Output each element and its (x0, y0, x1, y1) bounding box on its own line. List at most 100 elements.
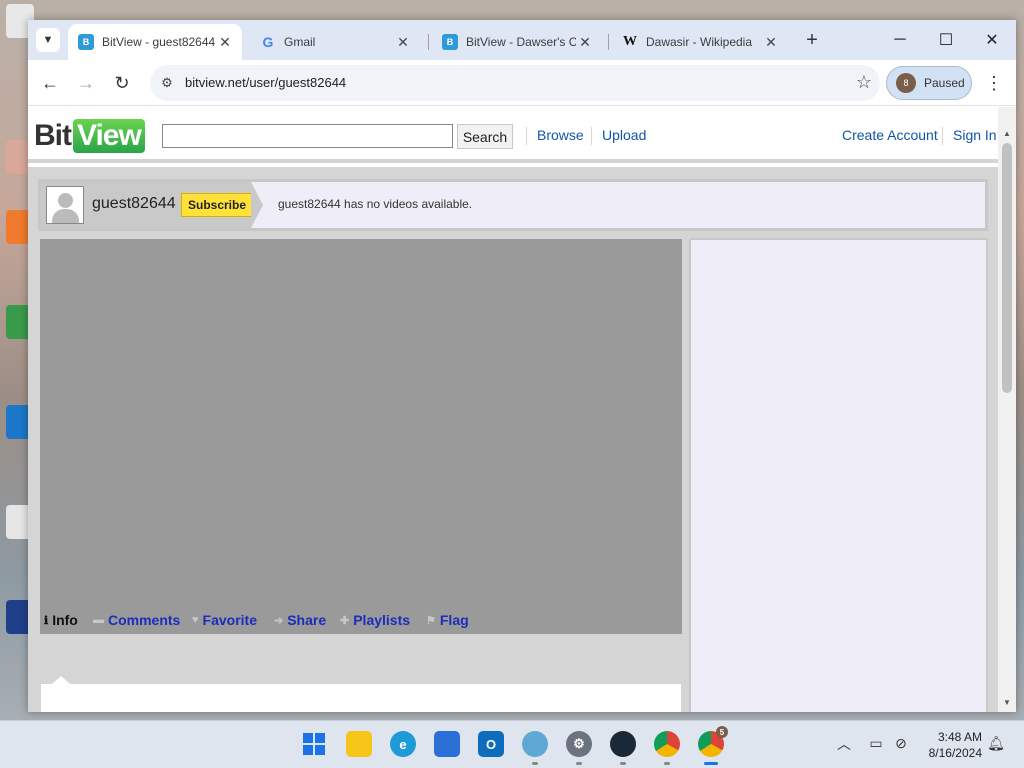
page-scrollbar[interactable]: ▲ ▼ (998, 107, 1016, 712)
bookmark-star-icon[interactable]: ☆ (856, 72, 872, 93)
running-indicator (576, 762, 582, 765)
tab-label: Info (52, 612, 78, 628)
avatar-body (52, 209, 79, 223)
heart-icon: ♥ (192, 614, 199, 626)
sign-in-link[interactable]: Sign In (953, 127, 997, 143)
profile-status: Paused (924, 76, 965, 90)
close-window-button[interactable]: ✕ (972, 26, 1012, 54)
maximize-button[interactable]: ☐ (926, 26, 966, 54)
running-indicator (664, 762, 670, 765)
tab-playlists[interactable]: ✚ Playlists (340, 612, 410, 628)
close-tab-icon[interactable]: ✕ (576, 33, 594, 51)
network-icon[interactable]: ⊘ (892, 734, 910, 752)
minimize-button[interactable]: ─ (880, 26, 920, 54)
settings-gear-icon[interactable]: ⚙ (566, 731, 592, 757)
tab-info[interactable]: ℹ Info (44, 612, 78, 628)
new-tab-button[interactable]: + (800, 28, 824, 52)
browser-toolbar: ← → ↻ ⚙ bitview.net/user/guest82644 ☆ 8 … (28, 60, 1016, 106)
active-app-indicator (704, 762, 718, 765)
outlook-icon[interactable]: O (478, 731, 504, 757)
site-search-input[interactable] (162, 124, 453, 148)
tab-favorite[interactable]: ♥ Favorite (192, 612, 257, 628)
close-icon: ✕ (985, 32, 999, 49)
tab-title: Dawasir - Wikipedia (646, 35, 753, 49)
edge-browser-icon[interactable]: e (390, 731, 416, 757)
start-menu-icon[interactable] (301, 731, 327, 757)
wikipedia-favicon-icon: W (623, 34, 637, 49)
minimize-icon: ─ (894, 31, 906, 48)
system-clock[interactable]: 3:48 AM 8/16/2024 (920, 729, 982, 761)
nav-divider (591, 127, 592, 145)
maximize-icon: ☐ (938, 32, 954, 49)
tray-overflow-icon[interactable]: ︿ (837, 734, 851, 754)
browser-menu-button[interactable]: ⋮ (982, 70, 1006, 96)
tab-search-button[interactable]: ▼ (36, 28, 60, 52)
site-info-icon[interactable]: ⚙ (158, 74, 176, 92)
app-icon[interactable] (522, 731, 548, 757)
notification-badge: 5 (716, 726, 728, 738)
upload-link[interactable]: Upload (602, 127, 646, 143)
tab-share[interactable]: ➜ Share (274, 612, 326, 628)
address-bar[interactable]: ⚙ bitview.net/user/guest82644 ☆ (150, 65, 880, 101)
browse-link[interactable]: Browse (537, 127, 584, 143)
user-avatar[interactable] (46, 186, 84, 224)
taskbar: e O ⚙ 5 ︿ ▭ ⊘ 3:48 AM 8/16/2024 🔔︎ (0, 720, 1024, 768)
url-text[interactable]: bitview.net/user/guest82644 (185, 75, 346, 90)
tab-gmail[interactable]: G Gmail ✕ (250, 24, 420, 60)
tab-title: BitView - Dawser's C (466, 35, 576, 49)
tab-separator (608, 34, 609, 50)
scroll-up-icon[interactable]: ▲ (1002, 129, 1012, 139)
scrollbar-thumb[interactable] (1002, 143, 1012, 393)
bitview-favicon-icon: B (442, 34, 458, 50)
tab-comments[interactable]: ▬ Comments (93, 612, 180, 628)
no-videos-message: guest82644 has no videos available. (278, 197, 473, 211)
steam-icon[interactable] (610, 731, 636, 757)
info-panel (41, 684, 681, 712)
tab-label: Flag (439, 612, 469, 628)
more-vert-icon: ⋮ (985, 72, 1003, 93)
tab-title: BitView - guest82644 (102, 35, 216, 49)
active-tab-pointer (52, 676, 70, 684)
profile-button[interactable]: 8 Paused (886, 66, 972, 100)
file-explorer-icon[interactable] (346, 731, 372, 757)
close-tab-icon[interactable]: ✕ (216, 33, 234, 51)
notification-bell-icon[interactable]: 🔔︎ (987, 734, 1005, 752)
google-favicon-icon: G (262, 34, 274, 50)
running-indicator (620, 762, 626, 765)
tab-bitview-guest[interactable]: B BitView - guest82644 ✕ (68, 24, 242, 60)
chrome-icon[interactable] (654, 731, 680, 757)
tab-label: Playlists (353, 612, 411, 628)
search-button[interactable]: Search (457, 124, 513, 149)
create-account-link[interactable]: Create Account (842, 127, 938, 143)
back-button[interactable]: ← (36, 69, 64, 97)
reload-button[interactable]: ↻ (108, 69, 136, 97)
forward-button[interactable]: → (72, 69, 100, 97)
running-indicator (532, 762, 538, 765)
tab-bitview-dawser[interactable]: B BitView - Dawser's C ✕ (432, 24, 602, 60)
web-page: Bit View Search Browse Upload Create Acc… (28, 107, 1016, 712)
close-tab-icon[interactable]: ✕ (762, 33, 780, 51)
plus-icon: ✚ (340, 614, 350, 627)
player-tabs: ℹ Info ▬ Comments ♥ Favorite ➜ Share ✚ P… (40, 604, 682, 634)
avatar-head (58, 193, 73, 208)
profile-avatar: 8 (896, 73, 916, 93)
close-tab-icon[interactable]: ✕ (394, 33, 412, 51)
tab-flag[interactable]: ⚑ Flag (426, 612, 469, 628)
channel-username[interactable]: guest82644 (92, 195, 176, 213)
tab-wikipedia[interactable]: W Dawasir - Wikipedia ✕ (612, 24, 788, 60)
scroll-down-icon[interactable]: ▼ (1002, 698, 1012, 708)
subscribe-button[interactable]: Subscribe (181, 193, 253, 217)
channel-sidebar (689, 238, 988, 712)
reload-icon: ↻ (114, 72, 130, 93)
tab-label: Share (287, 612, 327, 628)
chrome-profile-icon[interactable]: 5 (698, 726, 728, 757)
tab-label: Comments (108, 612, 181, 628)
microsoft-store-icon[interactable] (434, 731, 460, 757)
bitview-logo[interactable]: Bit View (34, 116, 145, 156)
arrow-left-icon: ← (41, 72, 59, 93)
display-icon[interactable]: ▭ (867, 734, 885, 752)
tab-separator (428, 34, 429, 50)
comment-icon: ▬ (93, 614, 104, 626)
channel-header: guest82644 Subscribe guest82644 has no v… (38, 179, 988, 231)
nav-divider (942, 127, 943, 145)
